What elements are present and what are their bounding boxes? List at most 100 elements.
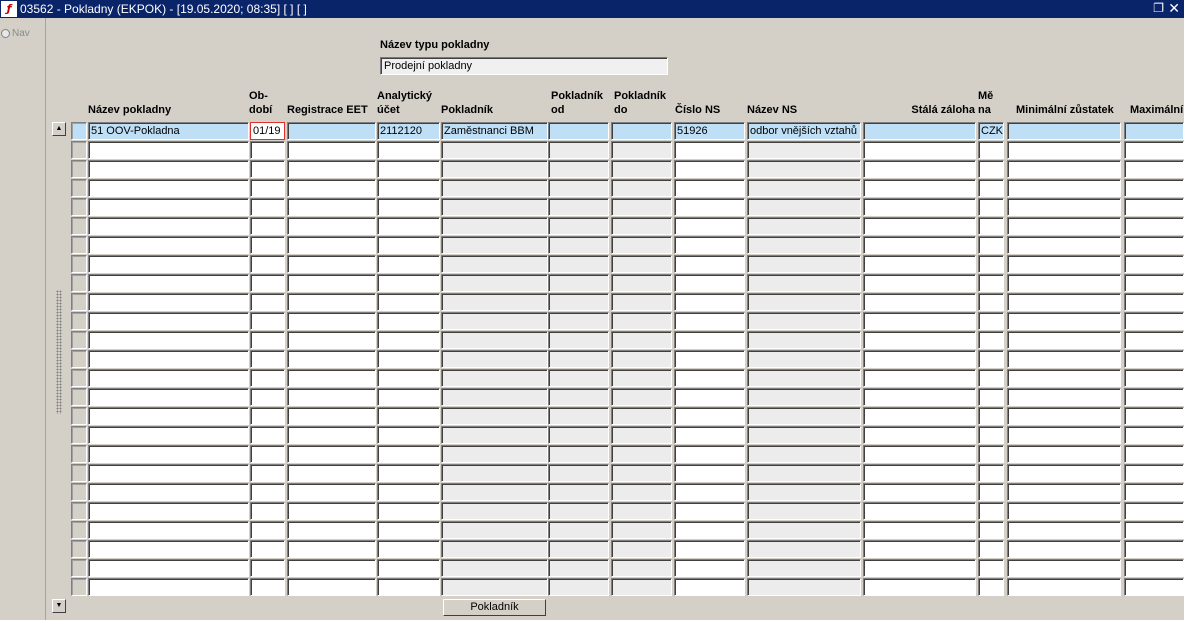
cell-stala-zaloha[interactable] <box>863 236 976 254</box>
cell-cislo-ns[interactable] <box>674 426 745 444</box>
cell-pokladnik[interactable] <box>441 217 548 235</box>
cell-max-zustatek[interactable] <box>1124 236 1184 254</box>
cell-nazev-ns[interactable] <box>747 331 861 349</box>
cell-max-zustatek[interactable] <box>1124 122 1184 140</box>
cell-cislo-ns[interactable] <box>674 312 745 330</box>
row-indicator[interactable] <box>71 483 87 501</box>
cell-pokladnik-do[interactable] <box>611 521 672 539</box>
cell-pokladnik-od[interactable] <box>548 369 609 387</box>
cell-stala-zaloha[interactable] <box>863 122 976 140</box>
cell-analyticky-ucet[interactable] <box>377 540 440 558</box>
cell-nazev-pokladny[interactable] <box>88 388 249 406</box>
cell-nazev-pokladny[interactable] <box>88 445 249 463</box>
cell-mena[interactable] <box>978 578 1004 596</box>
cell-min-zustatek[interactable] <box>1007 578 1121 596</box>
cell-pokladnik[interactable] <box>441 274 548 292</box>
cell-pokladnik-od[interactable] <box>548 350 609 368</box>
cell-min-zustatek[interactable] <box>1007 559 1121 577</box>
cell-max-zustatek[interactable] <box>1124 274 1184 292</box>
cell-mena[interactable] <box>978 198 1004 216</box>
cell-obdobi[interactable] <box>250 540 285 558</box>
cell-nazev-ns[interactable] <box>747 369 861 387</box>
cell-pokladnik-od[interactable] <box>548 312 609 330</box>
cell-min-zustatek[interactable] <box>1007 255 1121 273</box>
cell-min-zustatek[interactable] <box>1007 293 1121 311</box>
cell-stala-zaloha[interactable] <box>863 160 976 178</box>
cell-nazev-pokladny[interactable] <box>88 160 249 178</box>
cell-obdobi[interactable] <box>250 179 285 197</box>
cell-stala-zaloha[interactable] <box>863 179 976 197</box>
cell-obdobi[interactable] <box>250 293 285 311</box>
cell-mena[interactable] <box>978 236 1004 254</box>
cell-pokladnik-od[interactable] <box>548 445 609 463</box>
cell-pokladnik-do[interactable] <box>611 217 672 235</box>
cell-nazev-pokladny[interactable] <box>88 331 249 349</box>
cell-stala-zaloha[interactable] <box>863 369 976 387</box>
cell-nazev-ns[interactable] <box>747 350 861 368</box>
cell-mena[interactable] <box>978 502 1004 520</box>
cell-registrace-eet[interactable] <box>287 141 376 159</box>
cell-obdobi[interactable] <box>250 331 285 349</box>
filter-field[interactable]: Prodejní pokladny <box>380 57 668 75</box>
cell-registrace-eet[interactable] <box>287 312 376 330</box>
cell-obdobi[interactable] <box>250 274 285 292</box>
cell-nazev-pokladny[interactable] <box>88 293 249 311</box>
cell-pokladnik[interactable] <box>441 483 548 501</box>
row-indicator[interactable] <box>71 217 87 235</box>
cell-stala-zaloha[interactable] <box>863 426 976 444</box>
cell-max-zustatek[interactable] <box>1124 350 1184 368</box>
cell-cislo-ns[interactable] <box>674 559 745 577</box>
cell-stala-zaloha[interactable] <box>863 483 976 501</box>
cell-min-zustatek[interactable] <box>1007 502 1121 520</box>
cell-max-zustatek[interactable] <box>1124 445 1184 463</box>
cell-pokladnik-od[interactable] <box>548 502 609 520</box>
restore-window-icon[interactable]: ❐ <box>1153 1 1164 15</box>
cell-pokladnik[interactable] <box>441 236 548 254</box>
cell-cislo-ns[interactable] <box>674 350 745 368</box>
cell-pokladnik-od[interactable] <box>548 540 609 558</box>
cell-mena[interactable] <box>978 445 1004 463</box>
cell-analyticky-ucet[interactable] <box>377 521 440 539</box>
cell-cislo-ns[interactable] <box>674 293 745 311</box>
cell-cislo-ns[interactable] <box>674 331 745 349</box>
cell-cislo-ns[interactable] <box>674 198 745 216</box>
cell-cislo-ns[interactable] <box>674 160 745 178</box>
cell-obdobi[interactable]: 01/19 <box>250 122 285 140</box>
cell-nazev-ns[interactable] <box>747 464 861 482</box>
cell-mena[interactable] <box>978 160 1004 178</box>
cell-pokladnik-od[interactable] <box>548 578 609 596</box>
cell-nazev-ns[interactable] <box>747 388 861 406</box>
row-indicator[interactable] <box>71 426 87 444</box>
row-indicator[interactable] <box>71 160 87 178</box>
cell-pokladnik[interactable] <box>441 464 548 482</box>
row-indicator[interactable] <box>71 274 87 292</box>
row-indicator[interactable] <box>71 559 87 577</box>
cell-nazev-ns[interactable]: odbor vnějších vztahů <box>747 122 861 140</box>
cell-pokladnik-do[interactable] <box>611 274 672 292</box>
cell-pokladnik-do[interactable] <box>611 160 672 178</box>
cell-max-zustatek[interactable] <box>1124 141 1184 159</box>
cell-pokladnik-od[interactable] <box>548 255 609 273</box>
row-indicator[interactable] <box>71 236 87 254</box>
cell-nazev-ns[interactable] <box>747 293 861 311</box>
cell-nazev-ns[interactable] <box>747 255 861 273</box>
row-indicator[interactable] <box>71 179 87 197</box>
cell-pokladnik-od[interactable] <box>548 407 609 425</box>
cell-mena[interactable] <box>978 255 1004 273</box>
cell-pokladnik-od[interactable] <box>548 236 609 254</box>
cell-min-zustatek[interactable] <box>1007 198 1121 216</box>
cell-pokladnik[interactable] <box>441 160 548 178</box>
close-window-icon[interactable]: ✕ <box>1168 0 1180 17</box>
cell-nazev-pokladny[interactable] <box>88 502 249 520</box>
cell-pokladnik-do[interactable] <box>611 559 672 577</box>
cell-max-zustatek[interactable] <box>1124 578 1184 596</box>
cell-registrace-eet[interactable] <box>287 540 376 558</box>
row-indicator[interactable] <box>71 369 87 387</box>
cell-pokladnik[interactable] <box>441 540 548 558</box>
cell-pokladnik-do[interactable] <box>611 464 672 482</box>
row-indicator[interactable] <box>71 578 87 596</box>
cell-pokladnik-do[interactable] <box>611 179 672 197</box>
cell-stala-zaloha[interactable] <box>863 198 976 216</box>
cell-analyticky-ucet[interactable] <box>377 312 440 330</box>
cell-stala-zaloha[interactable] <box>863 312 976 330</box>
